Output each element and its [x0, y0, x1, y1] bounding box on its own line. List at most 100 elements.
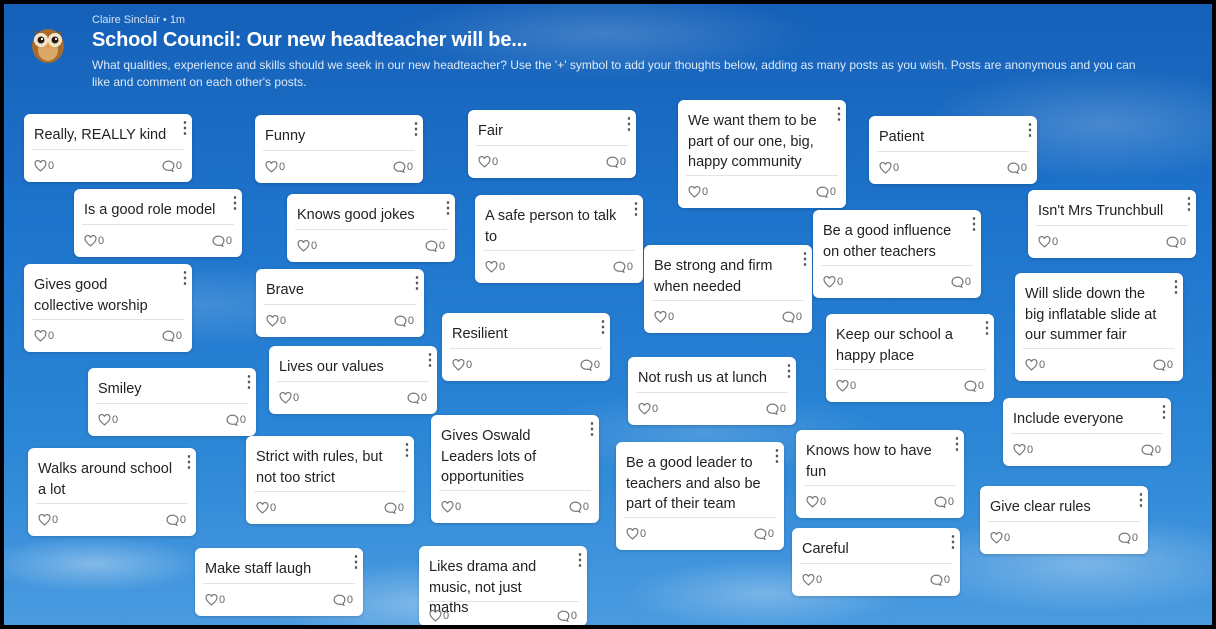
like-button[interactable]: 0 — [990, 531, 1010, 545]
comment-button[interactable]: 0 — [934, 495, 954, 509]
comment-button[interactable]: 0 — [425, 239, 445, 253]
more-options-icon[interactable]: ⋮ — [584, 422, 600, 438]
like-button[interactable]: 0 — [823, 275, 843, 289]
like-button[interactable]: 0 — [478, 155, 498, 169]
like-button[interactable]: 0 — [452, 358, 472, 372]
more-options-icon[interactable]: ⋮ — [348, 555, 364, 571]
post-card[interactable]: Make staff laugh ⋮ 0 0 — [195, 548, 364, 616]
post-card[interactable]: Be a good leader to teachers and also be… — [616, 442, 785, 550]
comment-button[interactable]: 0 — [1118, 531, 1138, 545]
comment-button[interactable]: 0 — [393, 160, 413, 174]
like-button[interactable]: 0 — [84, 234, 104, 248]
comment-button[interactable]: 0 — [613, 260, 633, 274]
post-card[interactable]: Patient ⋮ 0 0 — [869, 116, 1038, 184]
like-button[interactable]: 0 — [279, 391, 299, 405]
like-button[interactable]: 0 — [806, 495, 826, 509]
post-card[interactable]: Knows how to have fun ⋮ 0 0 — [796, 430, 965, 518]
more-options-icon[interactable]: ⋮ — [399, 443, 415, 459]
more-options-icon[interactable]: ⋮ — [572, 553, 588, 569]
more-options-icon[interactable]: ⋮ — [1156, 405, 1172, 421]
post-card[interactable]: Really, REALLY kind ⋮ 0 0 — [24, 114, 193, 182]
more-options-icon[interactable]: ⋮ — [595, 320, 611, 336]
like-button[interactable]: 0 — [1025, 358, 1045, 372]
post-card[interactable]: Strict with rules, but not too strict ⋮ … — [246, 436, 415, 524]
more-options-icon[interactable]: ⋮ — [966, 217, 982, 233]
post-card[interactable]: We want them to be part of our one, big,… — [678, 100, 847, 208]
more-options-icon[interactable]: ⋮ — [797, 252, 813, 268]
more-options-icon[interactable]: ⋮ — [241, 375, 257, 391]
more-options-icon[interactable]: ⋮ — [440, 201, 456, 217]
comment-button[interactable]: 0 — [1141, 443, 1161, 457]
more-options-icon[interactable]: ⋮ — [181, 455, 197, 471]
post-card[interactable]: Give clear rules ⋮ 0 0 — [980, 486, 1149, 554]
more-options-icon[interactable]: ⋮ — [1181, 197, 1197, 213]
more-options-icon[interactable]: ⋮ — [422, 353, 438, 369]
post-card[interactable]: Fair ⋮ 0 0 — [468, 110, 637, 178]
more-options-icon[interactable]: ⋮ — [177, 271, 193, 287]
post-card[interactable]: Be a good influence on other teachers ⋮ … — [813, 210, 982, 298]
like-button[interactable]: 0 — [836, 379, 856, 393]
post-card[interactable]: Walks around school a lot ⋮ 0 0 — [28, 448, 197, 536]
post-card[interactable]: Brave ⋮ 0 0 — [256, 269, 425, 337]
more-options-icon[interactable]: ⋮ — [1168, 280, 1184, 296]
comment-button[interactable]: 0 — [226, 413, 246, 427]
comment-button[interactable]: 0 — [816, 185, 836, 199]
more-options-icon[interactable]: ⋮ — [945, 535, 961, 551]
post-card[interactable]: Lives our values ⋮ 0 0 — [269, 346, 438, 414]
post-card[interactable]: Not rush us at lunch ⋮ 0 0 — [628, 357, 797, 425]
more-options-icon[interactable]: ⋮ — [227, 196, 243, 212]
more-options-icon[interactable]: ⋮ — [949, 437, 965, 453]
like-button[interactable]: 0 — [34, 159, 54, 173]
comment-button[interactable]: 0 — [1007, 161, 1027, 175]
like-button[interactable]: 0 — [879, 161, 899, 175]
like-button[interactable]: 0 — [256, 501, 276, 515]
more-options-icon[interactable]: ⋮ — [1022, 123, 1038, 139]
like-button[interactable]: 0 — [688, 185, 708, 199]
like-button[interactable]: 0 — [297, 239, 317, 253]
post-card[interactable]: Keep our school a happy place ⋮ 0 0 — [826, 314, 995, 402]
more-options-icon[interactable]: ⋮ — [781, 364, 797, 380]
post-card[interactable]: Include everyone ⋮ 0 0 — [1003, 398, 1172, 466]
comment-button[interactable]: 0 — [333, 593, 353, 607]
comment-button[interactable]: 0 — [162, 159, 182, 173]
comment-button[interactable]: 0 — [162, 329, 182, 343]
like-button[interactable]: 0 — [265, 160, 285, 174]
more-options-icon[interactable]: ⋮ — [769, 449, 785, 465]
comment-button[interactable]: 0 — [166, 513, 186, 527]
comment-button[interactable]: 0 — [766, 402, 786, 416]
like-button[interactable]: 0 — [34, 329, 54, 343]
like-button[interactable]: 0 — [441, 500, 461, 514]
post-card[interactable]: Isn't Mrs Trunchbull ⋮ 0 0 — [1028, 190, 1197, 258]
like-button[interactable]: 0 — [654, 310, 674, 324]
post-card[interactable]: A safe person to talk to ⋮ 0 0 — [475, 195, 644, 283]
like-button[interactable]: 0 — [802, 573, 822, 587]
like-button[interactable]: 0 — [626, 527, 646, 541]
more-options-icon[interactable]: ⋮ — [1133, 493, 1149, 509]
more-options-icon[interactable]: ⋮ — [831, 107, 847, 123]
post-card[interactable]: Be strong and firm when needed ⋮ 0 0 — [644, 245, 813, 333]
like-button[interactable]: 0 — [638, 402, 658, 416]
post-card[interactable]: Likes drama and music, not just maths ⋮ … — [419, 546, 588, 625]
comment-button[interactable]: 0 — [964, 379, 984, 393]
comment-button[interactable]: 0 — [1153, 358, 1173, 372]
post-card[interactable]: Funny ⋮ 0 0 — [255, 115, 424, 183]
comment-button[interactable]: 0 — [407, 391, 427, 405]
comment-button[interactable]: 0 — [1166, 235, 1186, 249]
post-card[interactable]: Knows good jokes ⋮ 0 0 — [287, 194, 456, 262]
like-button[interactable]: 0 — [38, 513, 58, 527]
comment-button[interactable]: 0 — [754, 527, 774, 541]
like-button[interactable]: 0 — [429, 609, 449, 623]
like-button[interactable]: 0 — [205, 593, 225, 607]
post-card[interactable]: Careful ⋮ 0 0 — [792, 528, 961, 596]
comment-button[interactable]: 0 — [951, 275, 971, 289]
post-card[interactable]: Smiley ⋮ 0 0 — [88, 368, 257, 436]
comment-button[interactable]: 0 — [930, 573, 950, 587]
comment-button[interactable]: 0 — [606, 155, 626, 169]
more-options-icon[interactable]: ⋮ — [628, 202, 644, 218]
post-card[interactable]: Will slide down the big inflatable slide… — [1015, 273, 1184, 381]
like-button[interactable]: 0 — [266, 314, 286, 328]
comment-button[interactable]: 0 — [557, 609, 577, 623]
post-card[interactable]: Gives good collective worship ⋮ 0 0 — [24, 264, 193, 352]
more-options-icon[interactable]: ⋮ — [177, 121, 193, 137]
like-button[interactable]: 0 — [1038, 235, 1058, 249]
